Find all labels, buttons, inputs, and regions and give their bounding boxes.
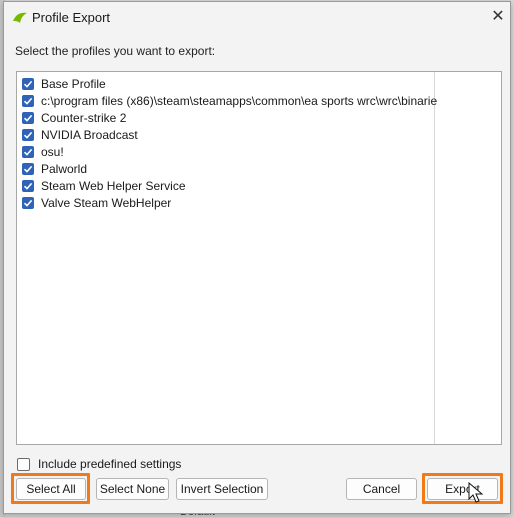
profile-label: Counter-strike 2 bbox=[41, 110, 127, 125]
instruction-text: Select the profiles you want to export: bbox=[15, 44, 216, 58]
profile-list[interactable]: Base Profile c:\program files (x86)\steam… bbox=[16, 71, 502, 445]
nvidia-icon bbox=[13, 12, 27, 23]
profile-label: Palworld bbox=[41, 161, 88, 176]
profile-label: NVIDIA Broadcast bbox=[41, 127, 138, 142]
profile-list-item[interactable]: Counter-strike 2 bbox=[22, 109, 437, 126]
profile-label: c:\program files (x86)\steam\steamapps\c… bbox=[41, 93, 437, 108]
include-predefined-checkbox[interactable] bbox=[17, 457, 30, 471]
profile-label: Valve Steam WebHelper bbox=[41, 195, 172, 210]
profile-list-item[interactable]: c:\program files (x86)\steam\steamapps\c… bbox=[22, 92, 437, 109]
close-icon[interactable]: ✕ bbox=[488, 7, 508, 27]
profile-list-item[interactable]: Base Profile bbox=[22, 75, 437, 92]
mouse-pointer-icon bbox=[468, 482, 484, 503]
profile-checkbox[interactable] bbox=[22, 111, 34, 124]
export-button[interactable]: Export bbox=[427, 478, 498, 500]
profile-label: Steam Web Helper Service bbox=[41, 178, 186, 193]
select-none-button[interactable]: Select None bbox=[96, 478, 169, 500]
profile-checkbox[interactable] bbox=[22, 77, 34, 90]
profile-checkbox[interactable] bbox=[22, 179, 34, 192]
invert-selection-button[interactable]: Invert Selection bbox=[176, 478, 268, 500]
profile-checkbox[interactable] bbox=[22, 196, 34, 209]
title-bar: Profile Export ✕ bbox=[4, 2, 510, 34]
profile-list-item[interactable]: Valve Steam WebHelper bbox=[22, 194, 437, 211]
profile-checkbox[interactable] bbox=[22, 128, 34, 141]
profile-checkbox[interactable] bbox=[22, 162, 34, 175]
profile-list-item[interactable]: NVIDIA Broadcast bbox=[22, 126, 437, 143]
select-all-button[interactable]: Select All bbox=[16, 478, 86, 500]
profile-list-item[interactable]: Palworld bbox=[22, 160, 437, 177]
profile-checkbox[interactable] bbox=[22, 94, 34, 107]
profile-list-item[interactable]: Steam Web Helper Service bbox=[22, 177, 437, 194]
profile-list-item[interactable]: osu! bbox=[22, 143, 437, 160]
profile-checkbox[interactable] bbox=[22, 145, 34, 158]
include-predefined-option[interactable]: Include predefined settings bbox=[17, 457, 181, 471]
cancel-button[interactable]: Cancel bbox=[346, 478, 417, 500]
window-title: Profile Export bbox=[32, 10, 111, 25]
profile-export-dialog: Profile Export ✕ Select the profiles you… bbox=[3, 1, 511, 514]
profile-label: Base Profile bbox=[41, 76, 106, 91]
profile-label: osu! bbox=[41, 144, 64, 159]
include-predefined-label: Include predefined settings bbox=[38, 457, 182, 471]
